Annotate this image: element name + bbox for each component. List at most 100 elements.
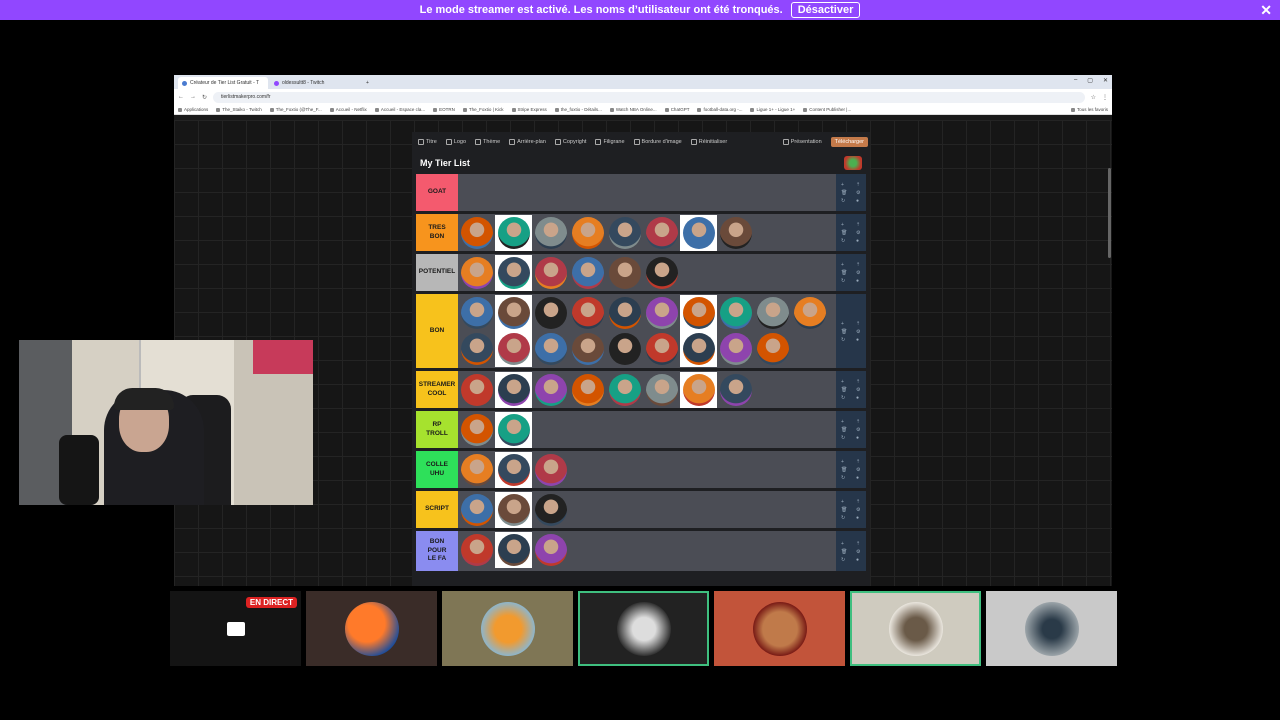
move-up-icon[interactable]: ⇡ <box>856 459 861 465</box>
tier-item-avatar[interactable] <box>717 215 754 251</box>
tier-item-avatar[interactable] <box>495 215 532 251</box>
tier-items[interactable] <box>458 451 836 488</box>
tier-item-avatar[interactable] <box>458 372 495 408</box>
disable-streamer-mode-button[interactable]: Désactiver <box>790 2 861 18</box>
delete-icon[interactable]: 🗑 <box>841 270 847 276</box>
tier-item-avatar[interactable] <box>643 295 680 331</box>
delete-icon[interactable]: 🗑 <box>841 427 847 433</box>
tier-item-avatar[interactable] <box>458 492 495 528</box>
tier-item-avatar[interactable] <box>717 372 754 408</box>
toolbar-item[interactable]: Logo <box>446 139 466 145</box>
tierlist-title[interactable]: My Tier List <box>420 158 470 168</box>
move-up-icon[interactable]: ⇡ <box>856 419 861 425</box>
tier-item-avatar[interactable] <box>717 295 754 331</box>
bookmark-item[interactable]: Watch NBA Online... <box>610 107 657 112</box>
bookmark-item[interactable]: Ligue 1+ - Ligue 1+ <box>750 107 795 112</box>
move-up-icon[interactable]: ⇡ <box>856 222 861 228</box>
tier-item-avatar[interactable] <box>680 331 717 367</box>
move-up-icon[interactable]: ⇡ <box>856 379 861 385</box>
tier-items[interactable] <box>458 214 836 251</box>
add-icon[interactable]: + <box>841 182 846 188</box>
tier-item-avatar[interactable] <box>643 372 680 408</box>
move-up-icon[interactable]: ⇡ <box>856 499 861 505</box>
new-tab-button[interactable]: + <box>362 77 372 89</box>
add-icon[interactable]: + <box>841 541 846 547</box>
tier-item-avatar[interactable] <box>458 255 495 291</box>
tier-label[interactable]: RP TROLL <box>416 411 458 448</box>
tier-item-avatar[interactable] <box>717 331 754 367</box>
settings-icon[interactable]: ⚙ <box>856 387 861 393</box>
tier-item-avatar[interactable] <box>458 215 495 251</box>
tier-item-avatar[interactable] <box>606 215 643 251</box>
tier-items[interactable] <box>458 294 836 368</box>
guest-tile[interactable] <box>986 591 1117 666</box>
tier-item-avatar[interactable] <box>532 295 569 331</box>
guest-tile[interactable] <box>850 591 981 666</box>
tier-item-avatar[interactable] <box>569 215 606 251</box>
color-icon[interactable]: ● <box>856 475 861 481</box>
bookmark-item[interactable]: The_Foxtio | Kick <box>463 107 504 112</box>
clear-icon[interactable]: ↻ <box>841 435 846 441</box>
tier-item-avatar[interactable] <box>495 492 532 528</box>
delete-icon[interactable]: 🗑 <box>841 230 847 236</box>
add-icon[interactable]: + <box>841 262 846 268</box>
add-icon[interactable]: + <box>841 459 846 465</box>
delete-icon[interactable]: 🗑 <box>841 549 847 555</box>
minimize-button[interactable]: – <box>1074 77 1077 84</box>
clear-icon[interactable]: ↻ <box>841 395 846 401</box>
clear-icon[interactable]: ↻ <box>841 198 846 204</box>
tier-item-avatar[interactable] <box>680 295 717 331</box>
bookmark-item[interactable]: Stripe Express <box>512 107 547 112</box>
tier-items[interactable] <box>458 254 836 291</box>
url-field[interactable]: tierlistmakerpro.com/fr <box>213 91 1085 103</box>
guest-tile[interactable] <box>578 591 709 666</box>
tier-item-avatar[interactable] <box>643 215 680 251</box>
bookmark-item[interactable]: Content Publisher |... <box>803 107 851 112</box>
tier-item-avatar[interactable] <box>532 331 569 367</box>
color-icon[interactable]: ● <box>856 395 861 401</box>
tier-label[interactable]: COLLE UHU <box>416 451 458 488</box>
color-icon[interactable]: ● <box>856 337 861 343</box>
tier-item-avatar[interactable] <box>606 372 643 408</box>
toolbar-item[interactable]: Titre <box>418 139 437 145</box>
settings-icon[interactable]: ⚙ <box>856 467 861 473</box>
color-icon[interactable]: ● <box>856 198 861 204</box>
add-icon[interactable]: + <box>841 499 846 505</box>
guest-tile-screen-share[interactable]: EN DIRECT <box>170 591 301 666</box>
tier-item-avatar[interactable] <box>791 295 828 331</box>
tier-item-avatar[interactable] <box>569 255 606 291</box>
settings-icon[interactable]: ⚙ <box>856 427 861 433</box>
tier-items[interactable] <box>458 491 836 528</box>
tier-items[interactable] <box>458 371 836 408</box>
settings-icon[interactable]: ⚙ <box>856 329 861 335</box>
bookmark-item[interactable]: The_Foxtio (@The_F... <box>270 107 322 112</box>
bookmark-item[interactable]: ChatGPT <box>665 107 690 112</box>
color-icon[interactable]: ● <box>856 278 861 284</box>
guest-tile[interactable] <box>306 591 437 666</box>
move-up-icon[interactable]: ⇡ <box>856 321 861 327</box>
close-window-button[interactable]: ✕ <box>1103 77 1108 84</box>
tier-label[interactable]: TRES BON <box>416 214 458 251</box>
tier-item-avatar[interactable] <box>680 372 717 408</box>
tier-item-avatar[interactable] <box>606 331 643 367</box>
all-bookmarks-link[interactable]: Tous les favoris <box>1071 107 1112 112</box>
tier-item-avatar[interactable] <box>458 412 495 448</box>
clear-icon[interactable]: ↻ <box>841 278 846 284</box>
tier-item-avatar[interactable] <box>569 295 606 331</box>
bookmark-item[interactable]: EOTRN <box>433 107 455 112</box>
tier-label[interactable]: STREAMER COOL <box>416 371 458 408</box>
bookmark-item[interactable]: Accueil - Netflix <box>330 107 367 112</box>
tier-item-avatar[interactable] <box>532 215 569 251</box>
clear-icon[interactable]: ↻ <box>841 557 846 563</box>
delete-icon[interactable]: 🗑 <box>841 329 847 335</box>
tier-item-avatar[interactable] <box>495 255 532 291</box>
bookmark-item[interactable]: football-data.org -... <box>697 107 742 112</box>
toolbar-item[interactable]: Filigrane <box>595 139 624 145</box>
tier-item-avatar[interactable] <box>532 532 569 568</box>
settings-icon[interactable]: ⚙ <box>856 270 861 276</box>
color-icon[interactable]: ● <box>856 557 861 563</box>
bookmark-item[interactable]: Applications <box>178 107 208 112</box>
color-icon[interactable]: ● <box>856 238 861 244</box>
tier-items[interactable] <box>458 411 836 448</box>
settings-icon[interactable]: ⚙ <box>856 549 861 555</box>
